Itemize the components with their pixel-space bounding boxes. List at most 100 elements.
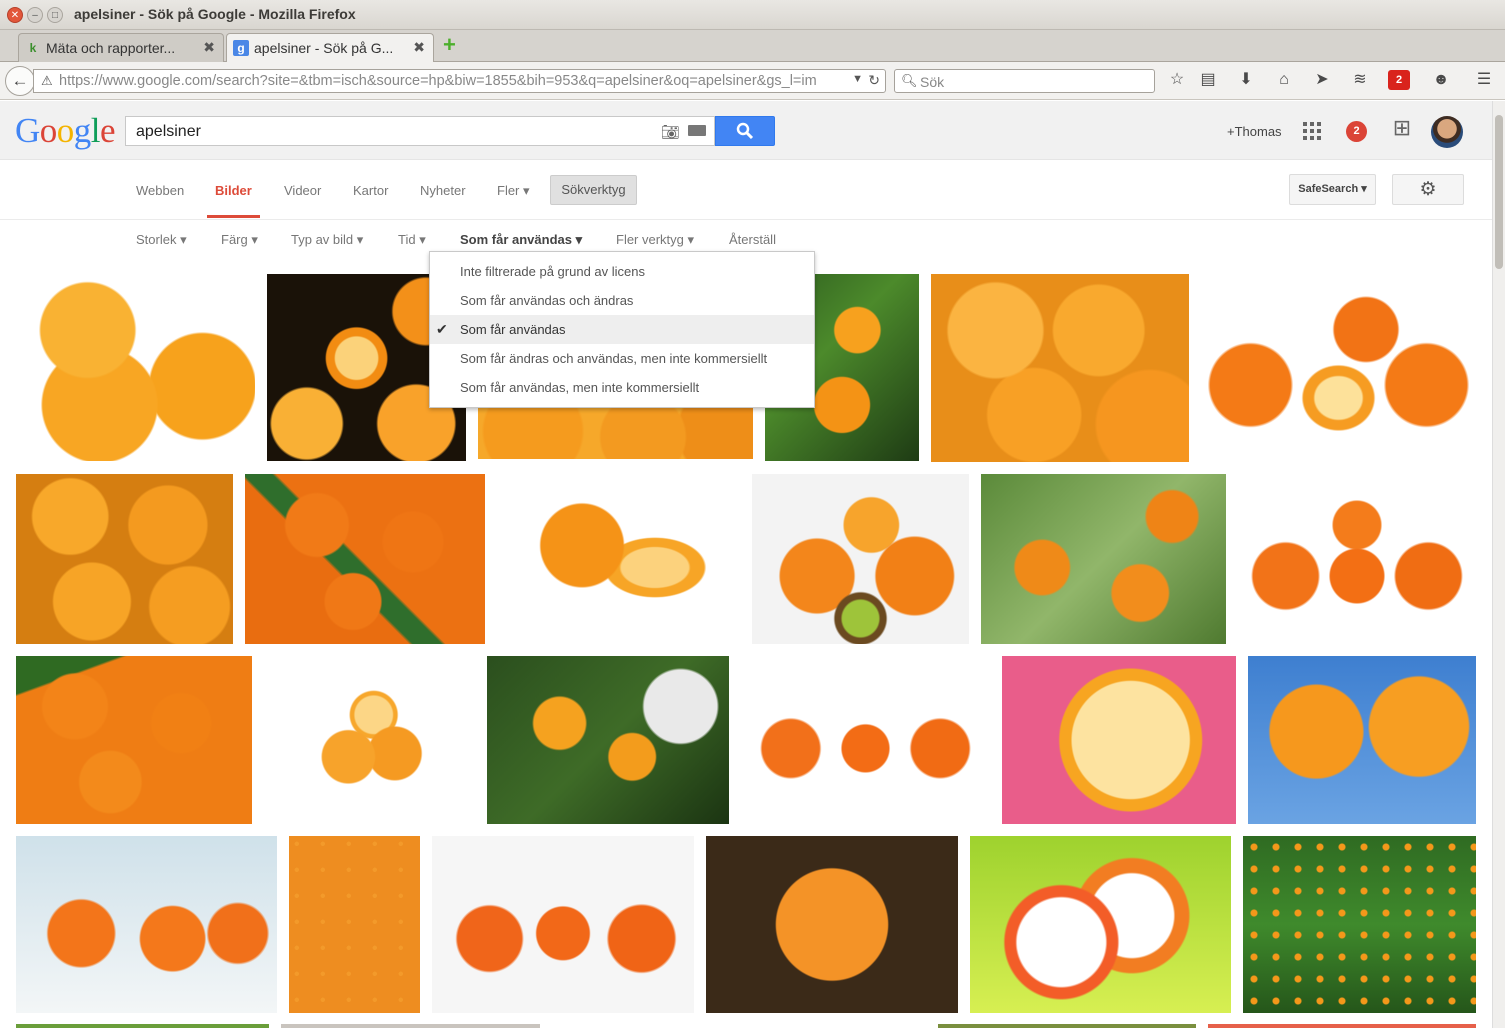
tool-fler-verktyg[interactable]: Fler verktyg ▾	[616, 232, 694, 248]
tab-label: Mäta och rapporter...	[46, 40, 176, 56]
image-result[interactable]	[938, 1024, 1196, 1028]
menu-item-no-filter[interactable]: Inte filtrerade på grund av licens	[430, 257, 814, 286]
active-tab-underline	[207, 215, 260, 218]
avatar[interactable]	[1431, 116, 1463, 148]
image-result[interactable]	[1201, 274, 1476, 459]
tool-label: Färg	[221, 232, 248, 247]
download-icon[interactable]: ⬇	[1236, 70, 1256, 90]
browser-tabbar: k Mäta och rapporter... ✖ g apelsiner - …	[0, 30, 1505, 62]
menu-item-reuse-modify[interactable]: Som får användas och ändras	[430, 286, 814, 315]
notifications-badge[interactable]: 2	[1346, 121, 1367, 142]
url-text[interactable]: https://www.google.com/search?site=&tbm=…	[59, 73, 851, 89]
image-result[interactable]	[931, 274, 1189, 462]
tool-licens[interactable]: Som får användas ▾	[460, 232, 582, 248]
menu-item-reuse[interactable]: ✔ Som får användas	[430, 315, 814, 344]
share-plus-icon[interactable]: ⊞	[1391, 117, 1413, 140]
image-result[interactable]	[245, 474, 485, 644]
tab-label: apelsiner - Sök på G...	[254, 40, 394, 56]
checkmark-icon: ✔	[436, 321, 448, 337]
safesearch-button[interactable]: SafeSearch ▾	[1289, 174, 1376, 205]
camera-icon[interactable]: 📷︎	[661, 123, 680, 141]
tab-webben[interactable]: Webben	[136, 183, 184, 198]
search-button[interactable]	[715, 116, 775, 146]
menu-item-reuse-noncommercial[interactable]: Som får användas, men inte kommersiellt	[430, 373, 814, 402]
tab-close-icon[interactable]: ✖	[203, 39, 215, 56]
image-result[interactable]	[706, 836, 958, 1013]
image-result[interactable]	[16, 1024, 269, 1028]
image-result[interactable]	[281, 1024, 540, 1028]
browser-tab-1[interactable]: k Mäta och rapporter... ✖	[18, 33, 224, 62]
bookmark-star-icon[interactable]: ☆	[1167, 70, 1187, 90]
image-result[interactable]	[1248, 656, 1476, 824]
logo-letter: o	[39, 111, 58, 150]
tool-typ-av-bild[interactable]: Typ av bild ▾	[291, 232, 363, 248]
tool-aterstall[interactable]: Återställ	[729, 232, 776, 247]
send-icon[interactable]: ➤	[1312, 70, 1332, 90]
tool-tid[interactable]: Tid ▾	[398, 232, 426, 248]
addon-badge-icon[interactable]: 2	[1388, 70, 1410, 90]
image-result[interactable]	[16, 836, 277, 1013]
image-result[interactable]	[289, 836, 420, 1013]
image-result[interactable]	[16, 474, 233, 644]
search-input[interactable]: apelsiner 📷︎	[125, 116, 715, 146]
image-result[interactable]	[16, 274, 255, 461]
back-button[interactable]: ←	[5, 66, 35, 96]
page-scrollbar[interactable]	[1492, 101, 1505, 1028]
image-result[interactable]	[264, 656, 475, 824]
browser-tab-2[interactable]: g apelsiner - Sök på G... ✖	[226, 33, 434, 62]
window-maximize-button[interactable]: □	[47, 7, 63, 23]
tool-label: Som får användas	[460, 232, 572, 247]
image-result[interactable]	[981, 474, 1226, 644]
safesearch-label: SafeSearch	[1298, 183, 1359, 195]
tool-farg[interactable]: Färg ▾	[221, 232, 258, 248]
image-result[interactable]	[16, 656, 252, 824]
search-type-tabs: Webben Bilder Videor Kartor Nyheter Fler…	[0, 161, 1492, 220]
menu-icon[interactable]: ☰	[1474, 70, 1494, 90]
window-minimize-button[interactable]: –	[27, 7, 43, 23]
user-profile-link[interactable]: +Thomas	[1227, 124, 1282, 139]
image-result[interactable]	[970, 836, 1231, 1013]
tab-bilder[interactable]: Bilder	[215, 183, 252, 198]
image-result[interactable]	[497, 474, 740, 644]
image-result[interactable]	[432, 836, 694, 1013]
image-result[interactable]	[741, 656, 990, 824]
keyboard-icon[interactable]	[688, 125, 706, 136]
image-result[interactable]	[1208, 1024, 1476, 1028]
image-result[interactable]	[1002, 656, 1236, 824]
search-query-text[interactable]: apelsiner	[136, 123, 201, 141]
browser-search-input[interactable]: 🔍︎ Sök	[894, 69, 1155, 93]
menu-item-label: Som får användas	[460, 322, 566, 337]
tab-videor[interactable]: Videor	[284, 183, 321, 198]
search-tools-button[interactable]: Sökverktyg	[550, 175, 637, 205]
tab-kartor[interactable]: Kartor	[353, 183, 388, 198]
reading-list-icon[interactable]: ▤	[1198, 70, 1218, 90]
settings-gear-icon[interactable]: ⚙	[1392, 174, 1464, 205]
layers-icon[interactable]: ≋	[1350, 70, 1370, 90]
tool-label: Typ av bild	[291, 232, 354, 247]
tool-storlek[interactable]: Storlek ▾	[136, 232, 187, 248]
google-logo[interactable]: Google	[15, 111, 116, 151]
license-dropdown-menu: Inte filtrerade på grund av licens Som f…	[429, 251, 815, 408]
window-close-button[interactable]: ✕	[7, 7, 23, 23]
tool-label: Fler verktyg	[616, 232, 684, 247]
image-result[interactable]	[487, 656, 729, 824]
scrollbar-thumb[interactable]	[1495, 115, 1503, 269]
menu-item-modify-noncommercial[interactable]: Som får ändras och användas, men inte ko…	[430, 344, 814, 373]
chat-icon[interactable]: ☻	[1431, 70, 1451, 90]
apps-grid-icon[interactable]	[1303, 122, 1321, 140]
image-result[interactable]	[752, 474, 969, 644]
reload-icon[interactable]: ↻	[868, 72, 880, 89]
tab-fler[interactable]: Fler ▾	[497, 183, 530, 199]
window-titlebar: ✕ – □ apelsiner - Sök på Google - Mozill…	[0, 0, 1505, 30]
home-icon[interactable]: ⌂	[1274, 70, 1294, 90]
tab-close-icon[interactable]: ✖	[413, 39, 425, 56]
security-warning-icon[interactable]: ⚠	[41, 73, 53, 89]
window-title: apelsiner - Sök på Google - Mozilla Fire…	[74, 6, 356, 22]
tab-favicon-icon: k	[29, 41, 37, 55]
image-result[interactable]	[1238, 474, 1476, 644]
tab-nyheter[interactable]: Nyheter	[420, 183, 466, 198]
image-result[interactable]	[1243, 836, 1476, 1013]
url-bar[interactable]: ⚠ https://www.google.com/search?site=&tb…	[33, 69, 886, 93]
url-dropdown-icon[interactable]: ▼	[852, 73, 863, 85]
new-tab-icon[interactable]: +	[443, 34, 456, 56]
